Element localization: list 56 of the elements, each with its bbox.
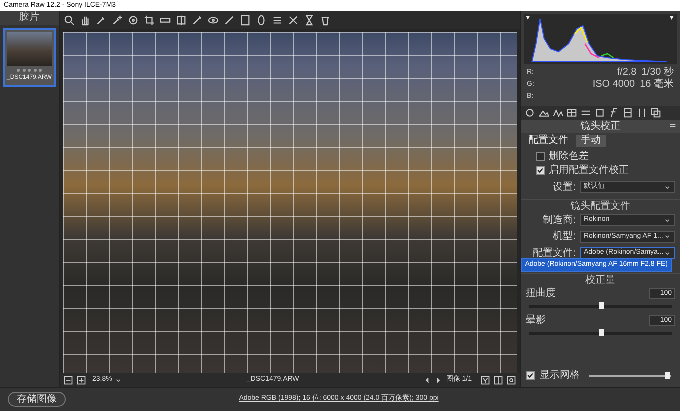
save-image-button[interactable]: 存储图像: [8, 392, 66, 407]
menu-icon[interactable]: [669, 122, 677, 130]
zoom-out-icon[interactable]: [64, 376, 73, 384]
view-split-icon[interactable]: [494, 376, 503, 384]
hourglass-icon[interactable]: [304, 14, 315, 26]
field-label: 机型:: [552, 230, 576, 244]
eyedropper-plus-icon[interactable]: [112, 14, 123, 26]
crop-icon[interactable]: [144, 14, 155, 26]
section-title: 镜头配置文件: [570, 200, 630, 213]
previous-arrow-icon[interactable]: [424, 376, 432, 384]
exif-value: ISO 4000: [592, 79, 636, 91]
field-label: 配置文件:: [532, 246, 576, 260]
hand-icon[interactable]: [80, 14, 91, 26]
check-icon: [537, 167, 544, 174]
list-icon[interactable]: [272, 14, 283, 26]
panel-tab[interactable]: 手动: [576, 135, 606, 147]
peaks-icon[interactable]: [553, 108, 563, 118]
slider-thumb[interactable]: [598, 328, 604, 336]
stack-icon[interactable]: [651, 108, 661, 118]
transform-icon[interactable]: [176, 14, 187, 26]
caret-icon: [664, 233, 671, 240]
section-title: 校正量: [586, 274, 616, 286]
checkbox[interactable]: [526, 371, 535, 380]
checkbox[interactable]: [536, 166, 545, 175]
zoom-in-icon[interactable]: [77, 376, 86, 384]
eyedropper-icon[interactable]: [96, 14, 107, 26]
checkbox-label: 显示网格: [540, 368, 580, 383]
slider-thumb[interactable]: [664, 372, 670, 378]
pencil-icon[interactable]: [224, 14, 235, 26]
checkbox-label: 启用配置文件校正: [549, 164, 629, 178]
slider-label: 晕影: [526, 314, 546, 328]
grid-icon[interactable]: [567, 108, 577, 118]
exif-value: f/2.8: [617, 67, 637, 79]
aperture-icon[interactable]: [525, 108, 535, 118]
field-label: 设置:: [552, 180, 576, 194]
checkbox[interactable]: [536, 152, 545, 161]
target-icon[interactable]: [128, 14, 139, 26]
frame-icon[interactable]: [623, 108, 633, 118]
exif-value: 1/30 秒: [642, 67, 674, 78]
eye-icon[interactable]: [208, 14, 219, 26]
filmstrip-title: 胶片: [20, 11, 40, 25]
panel-title: 镜头校正: [580, 120, 620, 132]
checkbox-label: 删除色差: [549, 150, 589, 164]
slider-label: 扭曲度: [526, 286, 556, 301]
next-arrow-icon[interactable]: [435, 376, 442, 384]
check-icon: [527, 372, 534, 379]
field-label: 制造商:: [542, 214, 576, 228]
trash-icon[interactable]: [320, 14, 331, 26]
slider-thumb[interactable]: [598, 302, 604, 308]
ellipse-icon[interactable]: [256, 14, 267, 26]
photo-placeholder: [7, 32, 52, 66]
view-y-icon[interactable]: [481, 376, 490, 384]
exif-value: 16 毫米: [640, 79, 674, 91]
fx-icon[interactable]: [609, 108, 619, 118]
magnifier-icon[interactable]: [64, 14, 75, 26]
mountain-icon[interactable]: [539, 108, 549, 118]
